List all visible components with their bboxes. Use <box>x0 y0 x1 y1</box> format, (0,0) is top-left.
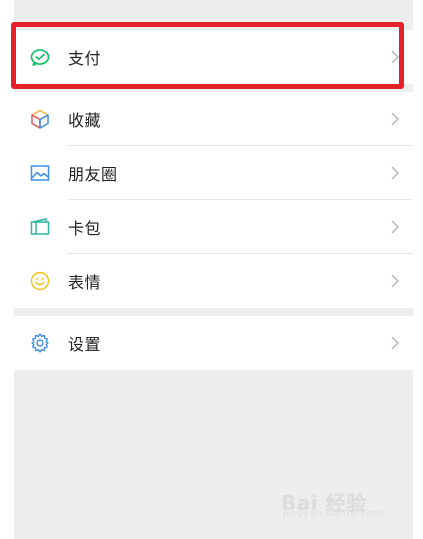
menu-group-settings: 设置 <box>14 316 413 370</box>
favorites-cube-icon <box>29 108 51 130</box>
chevron-right-icon <box>390 335 400 351</box>
moments-photo-icon <box>29 162 51 184</box>
menu-item-label: 表情 <box>68 273 102 292</box>
chevron-right-icon <box>390 165 400 181</box>
menu-item-favorites[interactable]: 收藏 <box>14 92 413 146</box>
chevron-right-icon <box>390 111 400 127</box>
chevron-right-icon <box>390 273 400 289</box>
menu-item-label: 朋友圈 <box>68 165 118 184</box>
sticker-smile-icon <box>29 270 51 292</box>
watermark-subtext: jingyan.baidu.com <box>283 509 384 519</box>
menu-group-main: 收藏 朋友圈 卡包 表情 <box>14 92 413 308</box>
menu-item-moments[interactable]: 朋友圈 <box>14 146 413 200</box>
settings-gear-icon <box>29 332 51 354</box>
me-page: 支付 收藏 朋友圈 卡包 表情 设置 Bai 经验 jingyan.baidu.… <box>0 0 423 539</box>
highlight-box <box>11 22 404 89</box>
menu-item-label: 卡包 <box>68 219 102 238</box>
menu-item-settings[interactable]: 设置 <box>14 316 413 370</box>
chevron-right-icon <box>390 219 400 235</box>
menu-item-card-wallet[interactable]: 卡包 <box>14 200 413 254</box>
menu-item-label: 设置 <box>68 335 102 354</box>
card-wallet-icon <box>29 216 51 238</box>
watermark-logo: Bai 经验 jingyan.baidu.com <box>281 485 401 521</box>
menu-item-label: 收藏 <box>68 111 102 130</box>
menu-item-stickers[interactable]: 表情 <box>14 254 413 308</box>
